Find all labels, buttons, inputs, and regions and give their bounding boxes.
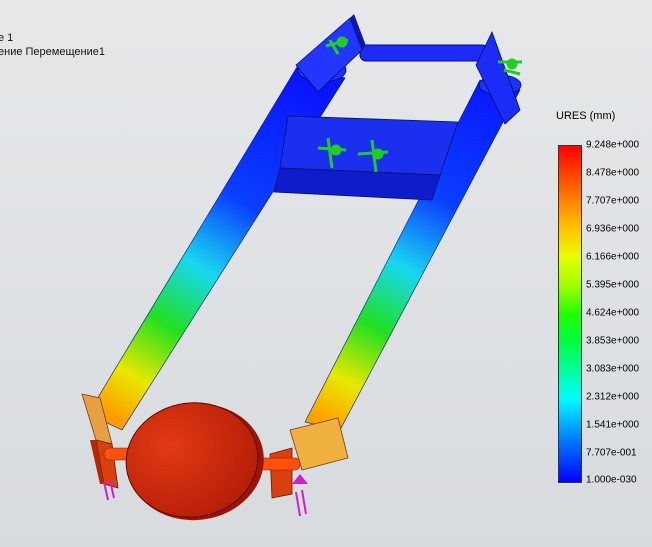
legend-color-bar bbox=[558, 145, 582, 483]
center-plate bbox=[273, 115, 459, 201]
legend-tick: 9.248e+000 bbox=[586, 139, 640, 151]
legend-tick: 1.000e-030 bbox=[586, 474, 637, 486]
legend-tick: 6.936e+000 bbox=[586, 223, 640, 235]
legend-tick: 3.083e+000 bbox=[586, 363, 640, 375]
legend-tick: 1.541e+000 bbox=[586, 419, 640, 431]
legend-tick: 6.166e+000 bbox=[586, 251, 640, 263]
disc bbox=[125, 402, 264, 521]
legend-tick: 3.853e+000 bbox=[586, 335, 640, 347]
model-viewport[interactable] bbox=[0, 0, 652, 547]
legend-tick: 7.707e-001 bbox=[586, 447, 637, 459]
legend-tick: 7.707e+000 bbox=[586, 195, 640, 207]
legend-tick: 5.395e+000 bbox=[586, 279, 640, 291]
legend-tick: 8.478e+000 bbox=[586, 167, 640, 179]
legend-title: URES (mm) bbox=[556, 110, 616, 122]
top-crossbar bbox=[359, 44, 489, 62]
legend-tick: 2.312e+000 bbox=[586, 391, 640, 403]
legend-tick: 4.624e+000 bbox=[586, 307, 640, 319]
left-tube bbox=[87, 57, 347, 431]
load-arrow-right bbox=[292, 474, 308, 517]
